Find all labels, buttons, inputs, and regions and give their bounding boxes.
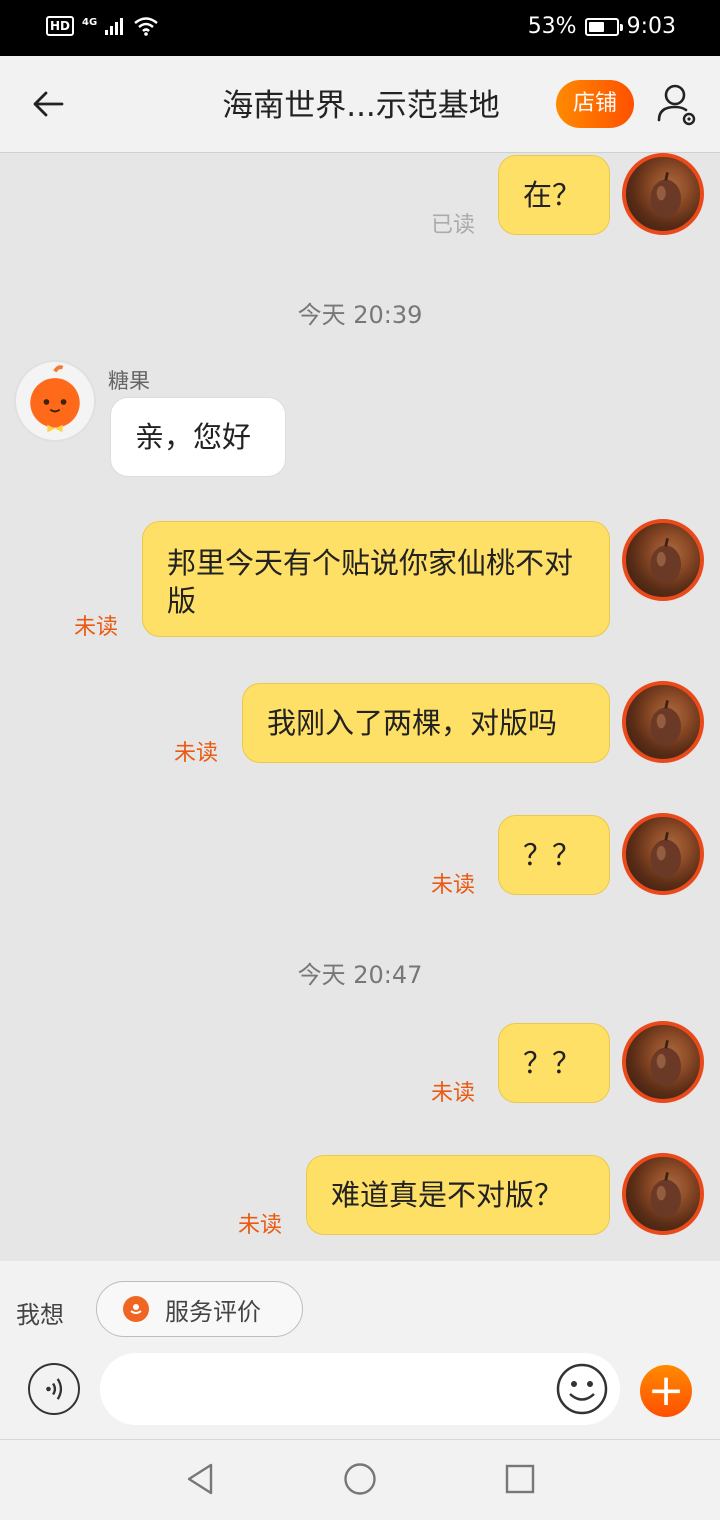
status-right: 53% 9:03 (528, 14, 676, 39)
quick-reply-bar: 我想 服务评价 (0, 1261, 720, 1349)
read-status: 已读 (431, 213, 476, 238)
battery-percent: 53% (527, 14, 577, 39)
nav-home-icon[interactable] (343, 1462, 377, 1496)
my-message-bubble[interactable]: 在？ (498, 155, 610, 235)
my-message-bubble[interactable]: ？？ (498, 1023, 610, 1103)
flower-icon (123, 1296, 149, 1322)
my-avatar[interactable] (622, 813, 704, 895)
voice-icon[interactable] (28, 1363, 80, 1415)
service-review-label: 服务评价 (165, 1297, 261, 1326)
read-status: 未读 (174, 741, 219, 766)
chat-header: 海南世界...示范基地 店铺 (0, 56, 720, 153)
quick-label: 我想 (16, 1301, 64, 1329)
plus-icon[interactable]: + (640, 1365, 692, 1417)
shop-button[interactable]: 店铺 (556, 80, 634, 128)
message-text: 难道真是不对版？ (331, 1178, 564, 1212)
status-left: HD 4G (46, 16, 159, 36)
read-status: 未读 (431, 1081, 476, 1106)
my-avatar[interactable] (622, 681, 704, 763)
my-avatar[interactable] (622, 519, 704, 601)
my-avatar[interactable] (622, 153, 704, 235)
message-input[interactable] (100, 1353, 620, 1425)
timestamp: 今天 20:47 (297, 961, 423, 989)
my-avatar[interactable] (622, 1021, 704, 1103)
timestamp: 今天 20:39 (297, 301, 423, 329)
system-nav-bar (0, 1439, 720, 1520)
read-status: 未读 (238, 1213, 283, 1238)
message-text: 我刚入了两棵，对版吗 (267, 706, 558, 740)
my-avatar[interactable] (622, 1153, 704, 1235)
read-status: 未读 (74, 615, 119, 640)
message-text: 亲，您好 (135, 420, 252, 454)
signal-icon (105, 18, 124, 35)
seller-avatar[interactable] (14, 360, 96, 442)
message-text: ？？ (523, 838, 582, 872)
input-bar: + (0, 1349, 720, 1439)
seller-message-bubble[interactable]: 亲，您好 (110, 397, 286, 477)
nav-back-icon[interactable] (183, 1462, 217, 1496)
back-arrow-icon[interactable] (30, 86, 66, 122)
nav-recent-icon[interactable] (503, 1462, 537, 1496)
user-settings-icon[interactable] (656, 82, 698, 128)
chat-area[interactable]: 在？ 已读 今天 20:39 糖果 亲，您好 邦里今天有个贴说你家仙桃不对版 未… (0, 153, 720, 1261)
wifi-icon (134, 17, 158, 36)
network-type: 4G (82, 16, 98, 28)
my-message-bubble[interactable]: 我刚入了两棵，对版吗 (242, 683, 610, 763)
message-text: 邦里今天有个贴说你家仙桃不对版 (167, 546, 574, 618)
service-review-chip[interactable]: 服务评价 (96, 1281, 303, 1337)
status-bar: HD 4G 53% 9:03 (0, 0, 720, 56)
my-message-bubble[interactable]: 邦里今天有个贴说你家仙桃不对版 (142, 521, 610, 637)
read-status: 未读 (431, 873, 476, 898)
chat-title: 海南世界...示范基地 (222, 88, 500, 124)
status-time: 9:03 (626, 14, 676, 39)
message-text: 在？ (523, 178, 582, 212)
my-message-bubble[interactable]: ？？ (498, 815, 610, 895)
my-message-bubble[interactable]: 难道真是不对版？ (306, 1155, 610, 1235)
message-text: ？？ (523, 1046, 582, 1080)
hd-badge: HD (46, 16, 75, 36)
emoji-icon[interactable] (556, 1363, 608, 1415)
sender-name: 糖果 (108, 369, 150, 393)
battery-icon (584, 17, 623, 36)
